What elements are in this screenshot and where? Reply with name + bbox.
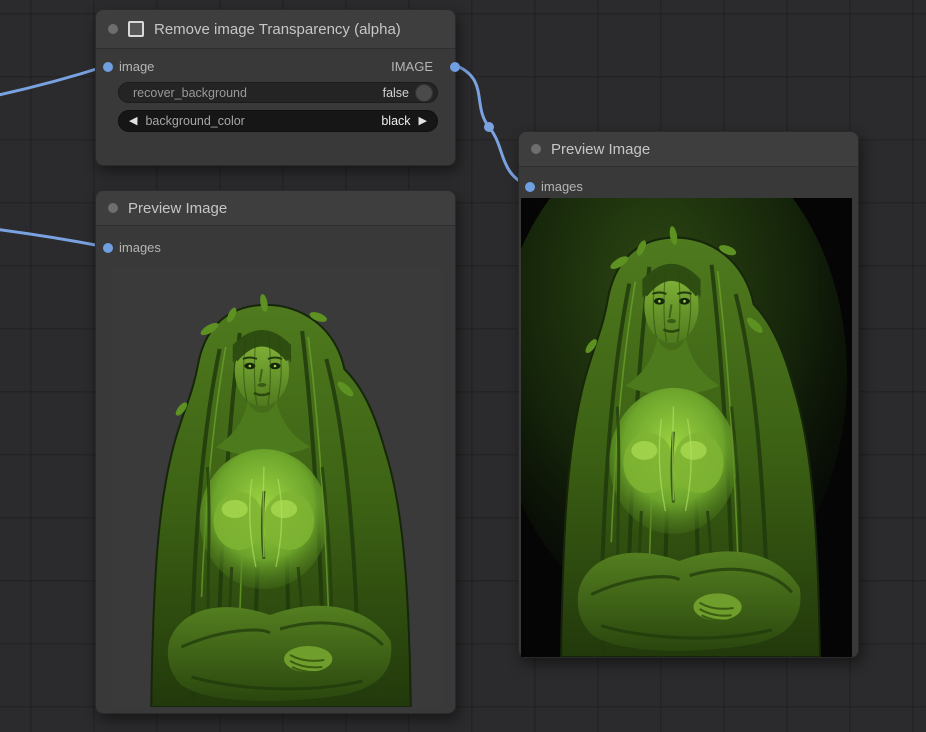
link-to-image-input [0, 66, 106, 96]
input-slot-images-label: images [541, 178, 583, 196]
link-midpoint-dot [484, 122, 494, 132]
node-title-bar[interactable]: Preview Image [519, 132, 858, 167]
output-slot-image-dot[interactable] [450, 62, 460, 72]
node-title: Preview Image [551, 141, 650, 158]
widget-name: recover_background [133, 86, 247, 100]
widget-recover-background[interactable]: recover_background false [118, 82, 438, 103]
node-graph-canvas[interactable]: Remove image Transparency (alpha) image … [0, 0, 926, 732]
node-remove-image-transparency[interactable]: Remove image Transparency (alpha) image … [95, 9, 456, 166]
collapse-dot-icon[interactable] [531, 144, 541, 154]
input-slot-image-dot[interactable] [103, 62, 113, 72]
node-title: Remove image Transparency (alpha) [154, 21, 401, 38]
node-preview-image-left[interactable]: Preview Image images [95, 190, 456, 714]
input-slot-images-dot[interactable] [103, 243, 113, 253]
output-slot-image-label: IMAGE [391, 58, 433, 76]
plant-woman-artwork [111, 267, 443, 707]
input-slot-image-label: image [119, 58, 154, 76]
collapse-dot-icon[interactable] [108, 203, 118, 213]
combo-prev-icon[interactable]: ◀ [129, 116, 137, 127]
input-slot-images-label: images [119, 239, 161, 257]
node-title-bar[interactable]: Remove image Transparency (alpha) [96, 10, 455, 49]
input-slot-images-dot[interactable] [525, 182, 535, 192]
node-preview-image-right[interactable]: Preview Image images [518, 131, 859, 658]
widget-background-color[interactable]: ◀ background_color black ▶ [118, 110, 438, 132]
preview-image-transparent-bg [111, 267, 443, 707]
widget-value: black [381, 114, 410, 128]
preview-image-black-bg [521, 198, 852, 657]
node-title: Preview Image [128, 200, 227, 217]
widget-name: background_color [145, 114, 244, 128]
node-box-icon [128, 21, 144, 37]
plant-woman-artwork [521, 198, 852, 657]
toggle-knob-icon[interactable] [415, 84, 433, 102]
collapse-dot-icon[interactable] [108, 24, 118, 34]
link-to-left-preview [0, 229, 106, 247]
widget-value: false [383, 86, 409, 100]
combo-next-icon[interactable]: ▶ [419, 116, 427, 127]
node-title-bar[interactable]: Preview Image [96, 191, 455, 226]
